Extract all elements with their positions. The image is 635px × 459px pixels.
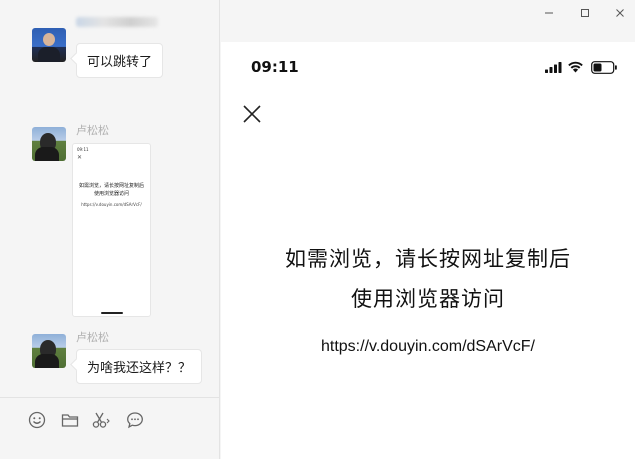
message-bubble[interactable]: 为啥我还这样？？ <box>76 349 203 384</box>
maximize-icon[interactable] <box>576 4 594 22</box>
status-bar-icons <box>545 60 625 74</box>
thumbnail-url: https://v.douyin.com/dSArVcF/ <box>81 202 142 207</box>
window-titlebar <box>221 0 635 42</box>
notice-url[interactable]: https://v.douyin.com/dSArVcF/ <box>221 338 635 356</box>
sender-name: 卢松松 <box>76 331 109 344</box>
avatar[interactable] <box>32 334 66 368</box>
thumbnail-time: 09:11 <box>77 147 89 152</box>
chat-toolbar <box>0 397 219 459</box>
thumbnail-home-bar <box>101 312 123 314</box>
close-icon[interactable] <box>611 4 629 22</box>
status-bar-time: 09:11 <box>251 58 299 76</box>
thumbnail-line1: 如需浏览，请长按网址复制后 <box>78 183 144 189</box>
signal-icon <box>545 62 562 73</box>
notice-line1: 如需浏览，请长按网址复制后 <box>285 247 571 271</box>
battery-icon <box>591 60 617 74</box>
chat-pane: 可以跳转了 卢松松 09:11 ✕ 如需浏览，请长按网址复制后 使用浏览器访问 … <box>0 0 220 459</box>
folder-icon[interactable] <box>60 410 80 430</box>
minimize-icon[interactable] <box>540 4 558 22</box>
message-bubble[interactable]: 可以跳转了 <box>76 43 164 78</box>
app-window: 可以跳转了 卢松松 09:11 ✕ 如需浏览，请长按网址复制后 使用浏览器访问 … <box>0 0 635 459</box>
scissors-icon[interactable] <box>91 410 111 430</box>
phone-preview-pane: 09:11 如需浏览，请长按网址复制后 使用浏览器访问 https://v.do… <box>221 0 635 459</box>
image-message-thumbnail[interactable]: 09:11 ✕ 如需浏览，请长按网址复制后 使用浏览器访问 https://v.… <box>72 143 151 317</box>
close-icon[interactable] <box>241 103 263 125</box>
chat-bubble-icon[interactable] <box>125 410 145 430</box>
thumbnail-close-icon: ✕ <box>77 154 83 161</box>
notice-line2: 使用浏览器访问 <box>351 287 505 311</box>
sender-name: 卢松松 <box>76 124 109 137</box>
emoji-icon[interactable] <box>27 410 47 430</box>
avatar[interactable] <box>32 127 66 161</box>
avatar[interactable] <box>32 28 66 62</box>
thumbnail-line2: 使用浏览器访问 <box>93 191 129 197</box>
wifi-icon <box>568 61 583 73</box>
sender-name-blurred <box>76 17 158 27</box>
